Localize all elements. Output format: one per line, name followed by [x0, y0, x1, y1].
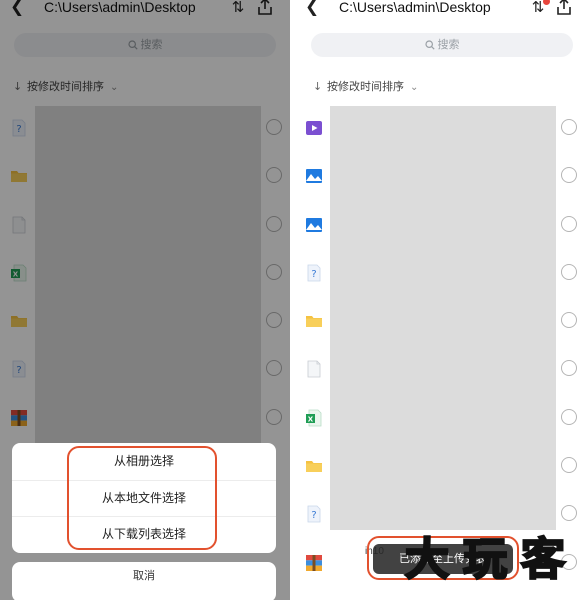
svg-text:?: ?	[311, 269, 316, 280]
select-radio[interactable]	[561, 408, 577, 425]
right-screen: ❮ C:\Users\admin\Desktop ⇅ 搜索 ↓ 按修改时间排序 ⌄ …	[295, 0, 585, 600]
image-file-icon	[305, 216, 323, 234]
screenshot-comparison: ❮ C:\Users\admin\Desktop ⇅ 搜索 ↓ 按修改时间排序 ⌄ …	[0, 0, 585, 600]
select-radio[interactable]	[561, 505, 577, 522]
highlight-ring	[67, 446, 217, 550]
select-radio[interactable]	[561, 215, 577, 232]
folder-path: C:\Users\admin\Desktop	[339, 0, 491, 15]
search-icon	[424, 40, 435, 50]
chevron-down-icon: ⌄	[410, 82, 419, 93]
archive-file-icon	[305, 554, 323, 572]
watermark: 大 玩 客	[404, 530, 583, 600]
list-item[interactable]	[295, 152, 585, 200]
image-file-icon	[305, 167, 323, 185]
search-placeholder: 搜索	[437, 38, 460, 51]
select-radio[interactable]	[561, 119, 577, 135]
file-list: ? X?	[295, 104, 585, 587]
select-radio[interactable]	[561, 167, 577, 184]
notification-badge	[543, 0, 550, 5]
unknown-file-icon: ?	[305, 505, 323, 523]
search-input[interactable]: 搜索	[311, 33, 573, 57]
list-item[interactable]	[295, 104, 585, 152]
back-arrow-icon[interactable]: ❮	[305, 0, 321, 16]
svg-text:?: ?	[311, 510, 316, 521]
list-item[interactable]	[295, 297, 585, 345]
top-bar: ❮ C:\Users\admin\Desktop ⇅	[295, 0, 585, 22]
watermark-char: 客	[520, 533, 566, 586]
cancel-button[interactable]: 取消	[12, 562, 276, 600]
list-item[interactable]: X	[295, 394, 585, 442]
select-radio[interactable]	[561, 457, 577, 474]
select-radio[interactable]	[561, 263, 577, 280]
watermark-char: 大	[404, 533, 450, 586]
svg-text:X: X	[308, 415, 314, 423]
excel-file-icon: X	[305, 409, 323, 427]
list-item[interactable]	[295, 442, 585, 490]
folder-icon	[305, 457, 323, 475]
sort-label: 按修改时间排序	[327, 80, 404, 93]
sort-dropdown[interactable]: ↓ 按修改时间排序 ⌄	[313, 78, 418, 96]
search-placeholder-wrap: 搜索	[311, 33, 573, 57]
list-item[interactable]: ?	[295, 249, 585, 297]
list-item[interactable]	[295, 201, 585, 249]
blank-document-icon	[305, 360, 323, 378]
folder-icon	[305, 312, 323, 330]
left-screen: ❮ C:\Users\admin\Desktop ⇅ 搜索 ↓ 按修改时间排序 ⌄ …	[0, 0, 290, 600]
list-item[interactable]	[295, 345, 585, 393]
upload-icon[interactable]	[555, 0, 573, 17]
select-radio[interactable]	[561, 360, 577, 377]
watermark-char: 玩	[462, 533, 508, 586]
select-radio[interactable]	[561, 312, 577, 329]
video-file-icon	[305, 119, 323, 137]
sort-down-arrow-icon: ↓	[313, 80, 323, 93]
unknown-file-icon: ?	[305, 264, 323, 282]
